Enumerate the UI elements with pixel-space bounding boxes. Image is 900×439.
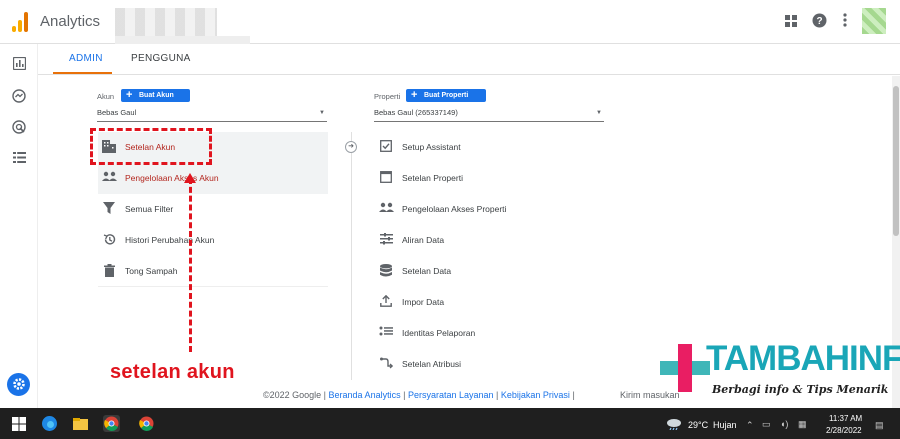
- weather-cloud-rain-icon: [666, 417, 682, 431]
- account-column-label: Akun: [97, 92, 115, 101]
- annotation-label: setelan akun: [110, 361, 235, 383]
- property-select[interactable]: Bebas Gaul (265337149) ▼: [374, 108, 604, 122]
- advertising-icon[interactable]: [11, 120, 27, 136]
- dropdown-caret-icon: ▼: [319, 110, 325, 116]
- create-account-button[interactable]: + Buat Akun: [121, 89, 190, 102]
- footer-link-kebijakan[interactable]: Kebijakan Privasi: [501, 390, 570, 400]
- menu-item-setelan-properti[interactable]: Setelan Properti: [375, 163, 605, 194]
- windows-taskbar: 29°C Hujan ⌃ ▭ ◖) ▦ 11:37 AM 2/28/2022 ▤: [0, 408, 900, 439]
- menu-item-setelan-data[interactable]: Setelan Data: [375, 256, 605, 287]
- explore-icon[interactable]: [11, 89, 27, 105]
- windows-start-icon[interactable]: [10, 415, 27, 432]
- menu-item-setup-assistant[interactable]: Setup Assistant: [375, 132, 605, 163]
- help-icon[interactable]: ?: [810, 13, 828, 31]
- footer-link-beranda[interactable]: Beranda Analytics: [329, 390, 401, 400]
- plus-icon: +: [126, 89, 133, 101]
- watermark-subtitle: Berbagi info & Tips Menarik: [712, 383, 889, 396]
- edge-browser-icon[interactable]: [41, 415, 58, 432]
- account-selector-sub: [115, 36, 250, 44]
- footer-link-persyaratan[interactable]: Persyaratan Layanan: [408, 390, 494, 400]
- plus-icon: +: [411, 89, 418, 101]
- history-icon: [102, 233, 116, 247]
- clock-time[interactable]: 11:37 AM: [829, 414, 862, 423]
- column-divider: [351, 132, 352, 380]
- apps-grid-icon[interactable]: [782, 13, 800, 31]
- menu-item-histori-perubahan-akun[interactable]: Histori Perubahan Akun: [98, 225, 328, 256]
- chrome-icon[interactable]: [103, 415, 120, 432]
- left-nav: [0, 44, 38, 408]
- network-icon[interactable]: ▭: [762, 419, 771, 430]
- svg-text:?: ?: [816, 16, 822, 27]
- tab-pengguna[interactable]: PENGGUNA: [131, 53, 191, 64]
- attribution-icon: [379, 357, 393, 371]
- weather-text: Hujan: [713, 420, 737, 430]
- admin-settings-gear-icon[interactable]: [7, 373, 30, 396]
- menu-item-pengelolaan-akses-akun[interactable]: Pengelolaan Akses Akun: [98, 163, 328, 194]
- admin-tabs: ADMIN PENGGUNA: [38, 44, 900, 75]
- annotation-arrow-line: [189, 178, 192, 352]
- app-title: Analytics: [40, 13, 101, 30]
- notifications-icon[interactable]: ▤: [875, 420, 884, 431]
- menu-item-semua-filter[interactable]: Semua Filter: [98, 194, 328, 225]
- language-icon[interactable]: ▦: [798, 419, 807, 430]
- configure-icon[interactable]: [11, 151, 27, 167]
- menu-item-pengelolaan-akses-properti[interactable]: Pengelolaan Akses Properti: [375, 194, 605, 225]
- menu-item-setelan-atribusi[interactable]: Setelan Atribusi: [375, 349, 605, 380]
- arrow-right-icon: ➜: [345, 141, 357, 153]
- tab-admin[interactable]: ADMIN: [69, 53, 103, 64]
- trash-icon: [102, 264, 116, 278]
- checklist-icon: [379, 140, 393, 154]
- scrollbar-thumb[interactable]: [893, 86, 899, 236]
- footer: ©2022 Google | Beranda Analytics | Persy…: [263, 390, 575, 400]
- create-property-button[interactable]: + Buat Properti: [406, 89, 486, 102]
- menu-item-tong-sampah[interactable]: Tong Sampah: [98, 256, 328, 287]
- database-icon: [379, 264, 393, 278]
- people-icon: [102, 171, 117, 185]
- chrome-profile-icon[interactable]: [138, 415, 155, 432]
- menu-item-aliran-data[interactable]: Aliran Data: [375, 225, 605, 256]
- weather-temp: 29°C: [688, 420, 709, 430]
- upload-icon: [379, 294, 393, 309]
- data-stream-icon: [379, 233, 393, 247]
- active-tab-indicator: [53, 72, 112, 74]
- menu-item-identitas-pelaporan[interactable]: Identitas Pelaporan: [375, 318, 605, 349]
- clock-date[interactable]: 2/28/2022: [826, 426, 862, 435]
- annotation-highlight-box: [90, 128, 212, 165]
- watermark-plus-logo-icon: [660, 344, 710, 392]
- account-selector[interactable]: [115, 8, 217, 36]
- people-icon: [379, 202, 394, 216]
- account-select[interactable]: Bebas Gaul ▼: [97, 108, 327, 122]
- watermark-title: TAMBAHINFO: [706, 339, 900, 378]
- analytics-logo-icon[interactable]: [12, 12, 28, 32]
- reports-icon[interactable]: [11, 56, 27, 73]
- filter-icon: [102, 202, 116, 216]
- window-icon: [379, 171, 393, 185]
- admin-content: Akun + Buat Akun Bebas Gaul ▼ Setelan Aku…: [38, 76, 892, 380]
- file-explorer-icon[interactable]: [72, 415, 89, 432]
- property-column-label: Properti: [374, 92, 401, 101]
- volume-icon[interactable]: ◖): [780, 419, 788, 429]
- dropdown-caret-icon: ▼: [596, 110, 602, 116]
- menu-item-impor-data[interactable]: Impor Data: [375, 287, 605, 318]
- id-icon: [379, 326, 393, 340]
- top-bar: Analytics ?: [0, 0, 900, 44]
- more-vert-icon[interactable]: [836, 13, 854, 31]
- avatar[interactable]: [862, 8, 886, 34]
- tray-chevron-icon[interactable]: ⌃: [746, 420, 754, 431]
